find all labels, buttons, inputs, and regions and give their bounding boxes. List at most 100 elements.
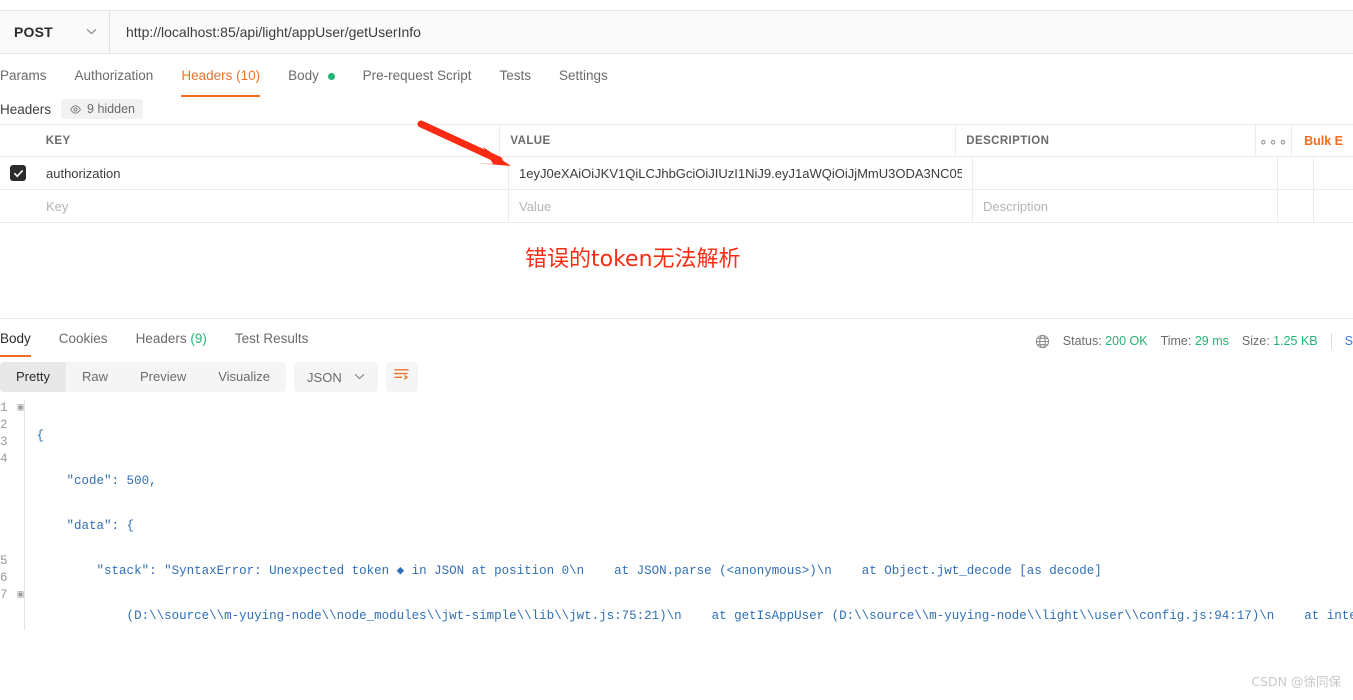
response-tab-body[interactable]: Body <box>0 326 45 357</box>
new-header-key-input[interactable]: Key <box>36 190 509 222</box>
response-tab-cookies-label: Cookies <box>58 331 108 346</box>
new-header-description-input[interactable]: Description <box>973 190 1278 222</box>
response-headers-count: (9) <box>190 331 207 346</box>
line-number-blank <box>0 536 8 553</box>
code-fold-column[interactable]: ▣ ▣ <box>18 400 25 630</box>
annotation-arrow-icon <box>417 120 511 166</box>
chevron-down-icon <box>354 372 365 383</box>
select-all-cell <box>0 125 36 156</box>
code-content: { "code": 500, "data": { "stack": "Synta… <box>25 400 1353 630</box>
response-tab-headers[interactable]: Headers (9) <box>122 326 221 352</box>
http-method-selector[interactable]: POST <box>0 11 110 53</box>
checkbox-checked-icon <box>10 165 26 181</box>
line-number: 4 <box>0 452 8 466</box>
tab-body[interactable]: Body <box>274 60 349 92</box>
wrap-lines-icon <box>393 367 410 387</box>
bulk-edit-button[interactable]: Bulk E <box>1292 125 1353 156</box>
size-badge: Size: 1.25 KB <box>1242 334 1318 348</box>
response-meta: Status: 200 OK Time: 29 ms Size: 1.25 KB… <box>1035 330 1353 352</box>
view-mode-raw[interactable]: Raw <box>66 362 124 392</box>
time-badge: Time: 29 ms <box>1161 334 1229 348</box>
status-label: Status: <box>1062 334 1102 348</box>
line-number-blank <box>0 519 8 536</box>
line-number: 6 <box>0 571 8 585</box>
row-options <box>1278 157 1314 189</box>
headers-section-title: Headers <box>0 101 52 117</box>
format-selector[interactable]: JSON <box>294 362 378 392</box>
tab-pre-request-script[interactable]: Pre-request Script <box>349 60 486 92</box>
active-response-tab-indicator <box>0 355 31 357</box>
tab-body-label: Body <box>288 68 319 83</box>
response-tab-headers-label: Headers <box>135 331 187 346</box>
table-row-empty: Key Value Description <box>0 190 1353 223</box>
size-label: Size: <box>1241 334 1270 348</box>
globe-icon <box>1035 334 1050 349</box>
code-line: "data": { <box>36 519 135 533</box>
tab-params-label: Params <box>0 68 47 83</box>
view-mode-preview[interactable]: Preview <box>124 362 202 392</box>
line-number: 1 <box>0 401 8 415</box>
hidden-headers-count: 9 hidden <box>87 102 135 116</box>
code-line: "code": 500, <box>36 474 157 488</box>
tab-params[interactable]: Params <box>0 60 61 92</box>
new-row-checkbox[interactable] <box>0 190 36 222</box>
header-description-input[interactable] <box>973 157 1278 189</box>
fold-toggle[interactable]: ▣ <box>18 587 24 604</box>
headers-table: KEY VALUE DESCRIPTION ∘∘∘ Bulk E authori… <box>0 124 1353 223</box>
response-tab-test-results-label: Test Results <box>234 331 309 346</box>
chevron-down-icon <box>86 27 97 38</box>
meta-divider <box>1330 333 1332 349</box>
tab-headers-label: Headers (10) <box>181 68 261 83</box>
time-label: Time: <box>1160 334 1192 348</box>
response-body-viewer[interactable]: 1 2 3 4 5 6 7 ▣ ▣ {"code": 500, "data":… <box>0 400 1353 630</box>
status-badge: Status: 200 OK <box>1063 334 1148 348</box>
table-options-button[interactable]: ∘∘∘ <box>1256 125 1293 156</box>
response-tab-test-results[interactable]: Test Results <box>221 326 323 352</box>
line-number: 3 <box>0 435 8 449</box>
line-number-blank <box>0 485 8 502</box>
format-label: JSON <box>307 369 342 385</box>
column-header-value: VALUE <box>500 125 957 156</box>
code-line: { <box>36 429 45 443</box>
line-number: 5 <box>0 554 8 568</box>
url-text: http://localhost:85/api/light/appUser/ge… <box>126 24 421 40</box>
status-value: 200 OK <box>1105 334 1148 348</box>
http-method-label: POST <box>14 24 53 40</box>
code-line: (D:\\source\\m-yuying-node\\node_modules… <box>36 609 1353 623</box>
response-tab-cookies[interactable]: Cookies <box>45 326 122 352</box>
body-modified-dot-icon <box>327 72 335 80</box>
url-input[interactable]: http://localhost:85/api/light/appUser/ge… <box>110 11 1353 53</box>
line-number-blank <box>0 468 8 485</box>
response-tabs: Body Cookies Headers (9) Test Results <box>0 326 900 357</box>
size-value: 1.25 KB <box>1273 334 1318 348</box>
tab-authorization[interactable]: Authorization <box>61 60 168 92</box>
line-number: 7 <box>0 588 8 602</box>
tab-settings-label: Settings <box>558 68 608 83</box>
wrap-lines-button[interactable] <box>385 362 418 392</box>
header-value-input[interactable]: 1eyJ0eXAiOiJKV1QiLCJhbGciOiJIUzI1NiJ9.ey… <box>509 157 973 189</box>
watermark: CSDN @徐同保 <box>1251 674 1341 689</box>
new-header-value-input[interactable]: Value <box>509 190 973 222</box>
eye-icon <box>69 103 82 116</box>
new-row-options <box>1278 190 1314 222</box>
response-tab-body-label: Body <box>0 331 31 346</box>
line-number-blank <box>0 502 8 519</box>
row-enabled-checkbox[interactable] <box>0 157 36 189</box>
code-line: "stack": "SyntaxError: Unexpected token … <box>36 564 1102 578</box>
column-header-description: DESCRIPTION <box>956 125 1257 156</box>
tab-headers[interactable]: Headers (10) <box>167 60 274 97</box>
view-mode-visualize[interactable]: Visualize <box>202 362 286 392</box>
tab-tests[interactable]: Tests <box>485 60 545 92</box>
time-value: 29 ms <box>1194 334 1229 348</box>
tab-authorization-label: Authorization <box>74 68 154 83</box>
line-number: 2 <box>0 418 8 432</box>
hidden-headers-chip[interactable]: 9 hidden <box>61 99 143 119</box>
tab-tests-label: Tests <box>499 68 531 83</box>
url-bar: POST http://localhost:85/api/light/appUs… <box>0 10 1353 54</box>
view-mode-group: Pretty Raw Preview Visualize <box>0 362 287 392</box>
ellipsis-icon: ∘∘∘ <box>1258 132 1289 149</box>
tab-settings[interactable]: Settings <box>545 60 622 92</box>
save-response-button[interactable]: S <box>1345 334 1353 348</box>
fold-toggle[interactable]: ▣ <box>18 400 24 417</box>
view-mode-pretty[interactable]: Pretty <box>0 362 66 392</box>
